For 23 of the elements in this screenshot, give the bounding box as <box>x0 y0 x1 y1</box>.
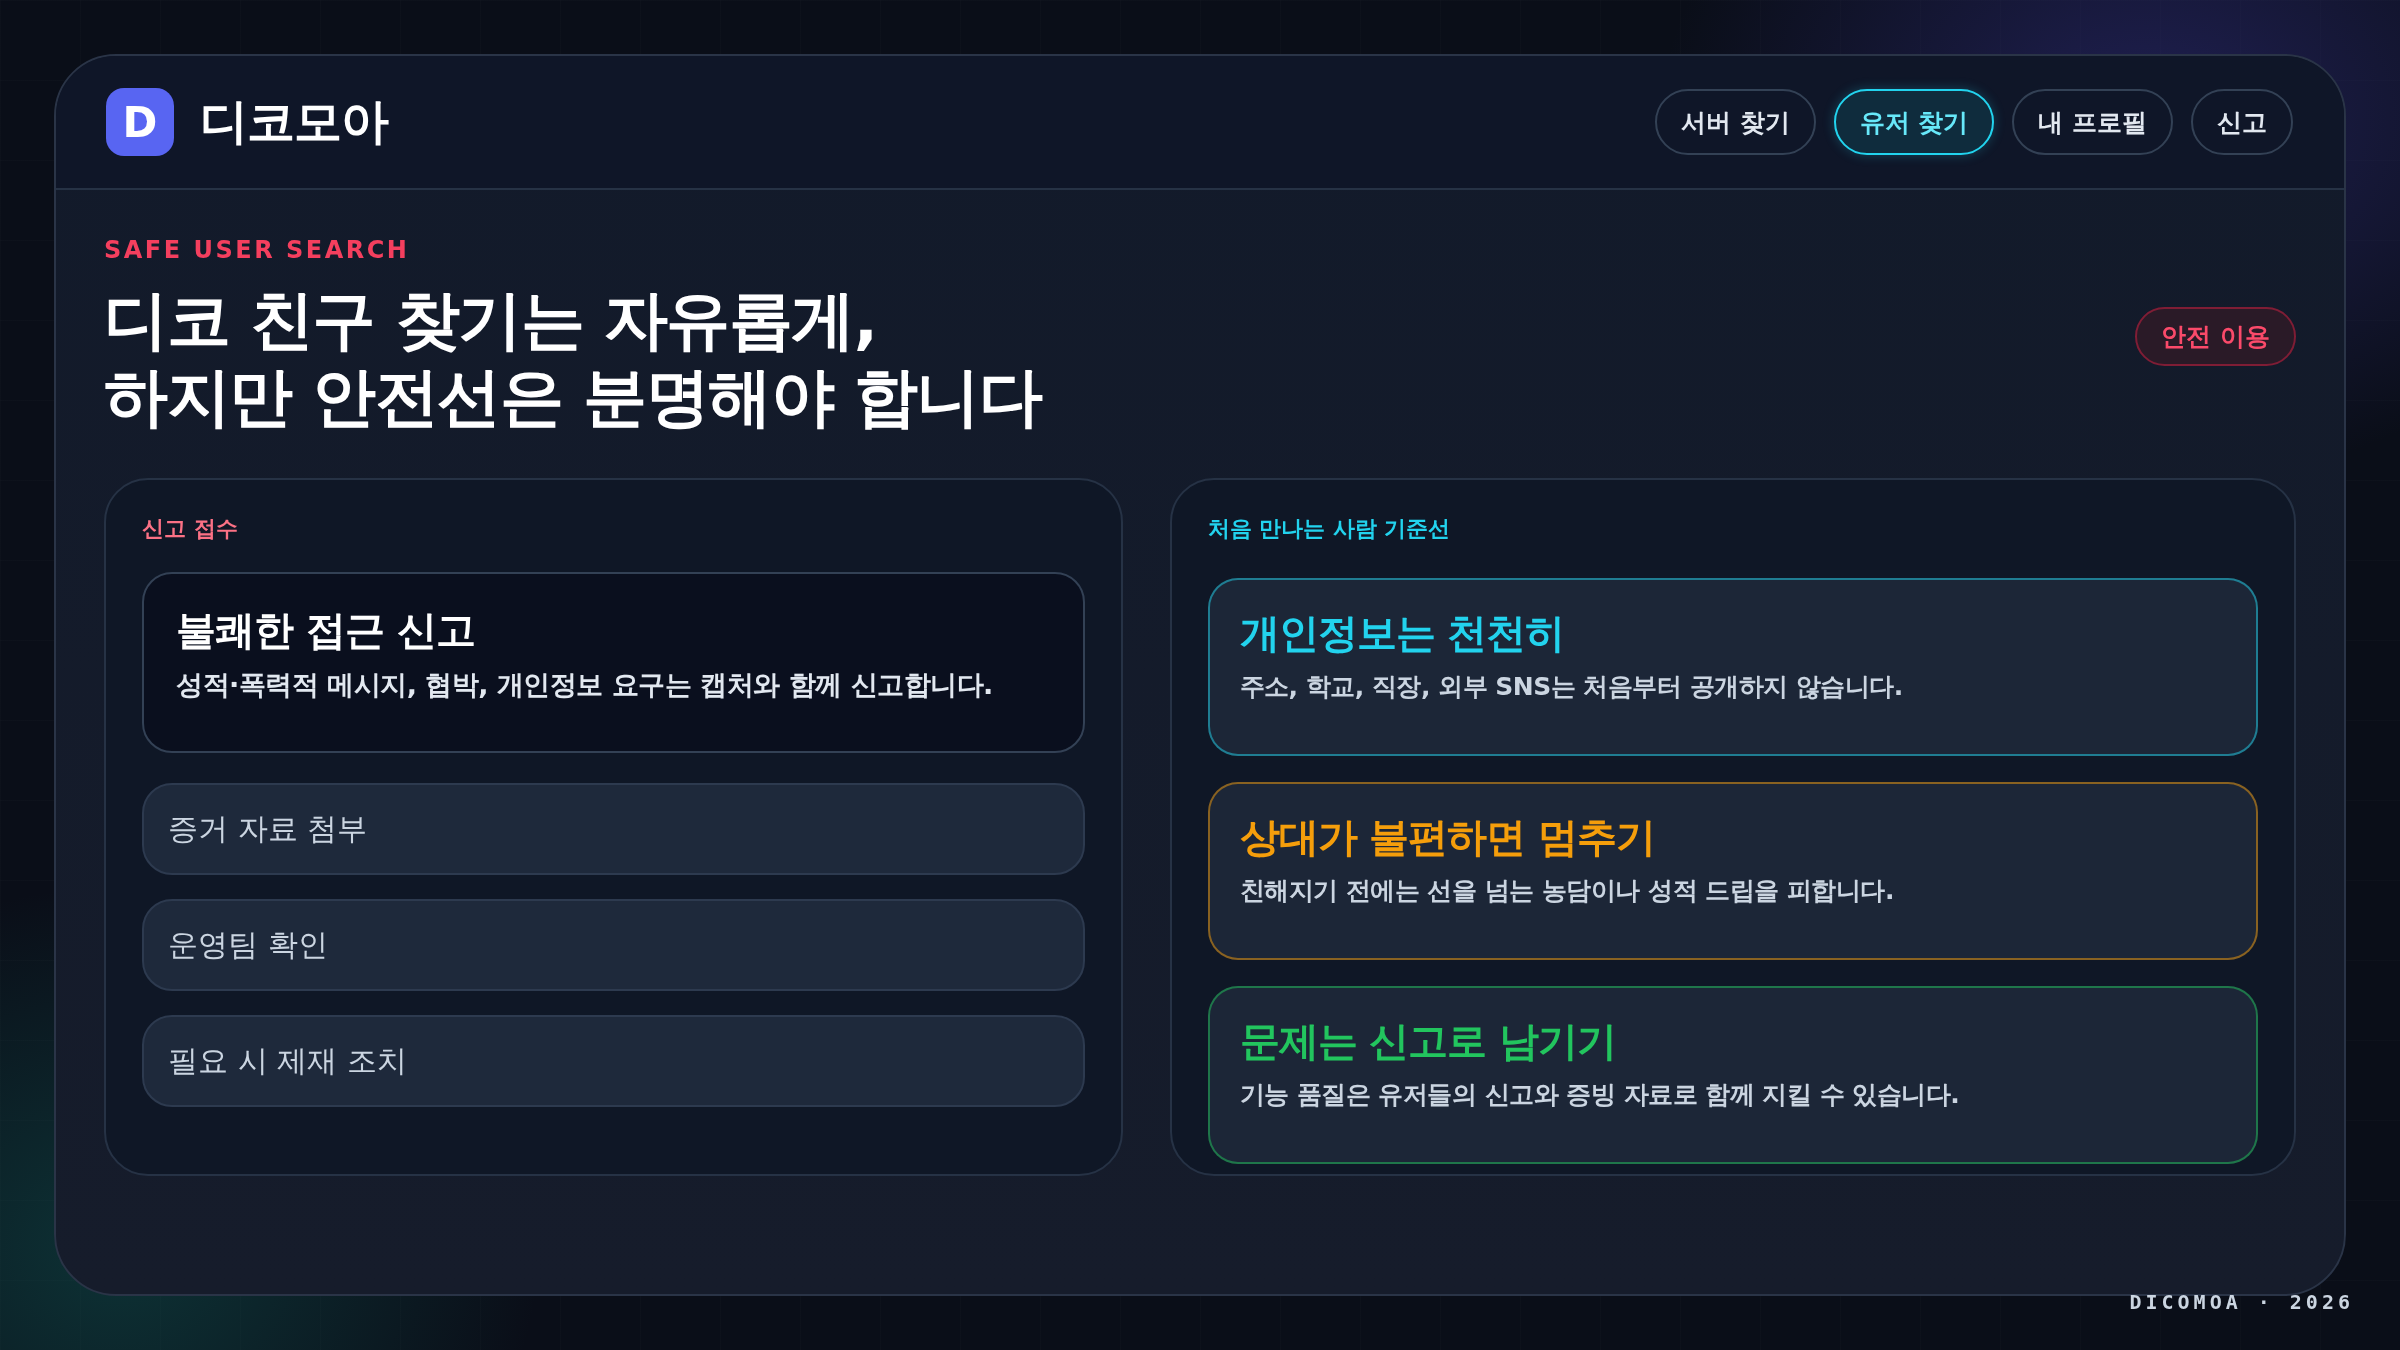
app-logo: D <box>106 88 174 156</box>
process-step: 운영팀 확인 <box>142 899 1085 991</box>
card-label: 신고 접수 <box>142 515 239 543</box>
tip-description: 친해지기 전에는 선을 넘는 농담이나 성적 드립을 피합니다. <box>1239 875 1895 907</box>
nav-tab[interactable]: 유저 찾기 <box>1833 89 1995 155</box>
tip-title: 문제는 신고로 남기기 <box>1239 1017 1618 1066</box>
footer-text: DICOMOA · 2026 <box>2129 1290 2354 1314</box>
highlight-description: 성적·폭력적 메시지, 협박, 개인정보 요구는 캡처와 함께 신고합니다. <box>176 668 994 702</box>
tip-description: 기능 품질은 유저들의 신고와 증빙 자료로 함께 지킬 수 있습니다. <box>1239 1079 1961 1111</box>
highlight-title: 불쾌한 접근 신고 <box>176 606 476 655</box>
tip-title: 상대가 불편하면 멈추기 <box>1239 813 1657 862</box>
nav-tab[interactable]: 서버 찾기 <box>1654 89 1816 155</box>
tip-description: 주소, 학교, 직장, 외부 SNS는 처음부터 공개하지 않습니다. <box>1239 671 1904 703</box>
tip-title: 개인정보는 천천히 <box>1239 609 1566 658</box>
page-headline: 디코 친구 찾기는 자유롭게, 하지만 안전선은 분명해야 합니다 <box>104 282 1042 436</box>
status-tag: 안전 이용 <box>2135 306 2296 366</box>
card-label: 처음 만나는 사람 기준선 <box>1207 515 1452 543</box>
section-eyebrow: SAFE USER SEARCH <box>104 236 411 264</box>
nav-tab[interactable]: 신고 <box>2191 89 2293 155</box>
process-step: 증거 자료 첨부 <box>142 783 1085 875</box>
brand-name: 디코모아 <box>200 92 388 151</box>
process-step: 필요 시 제재 조치 <box>142 1015 1085 1107</box>
nav-tab[interactable]: 내 프로필 <box>2012 89 2173 155</box>
